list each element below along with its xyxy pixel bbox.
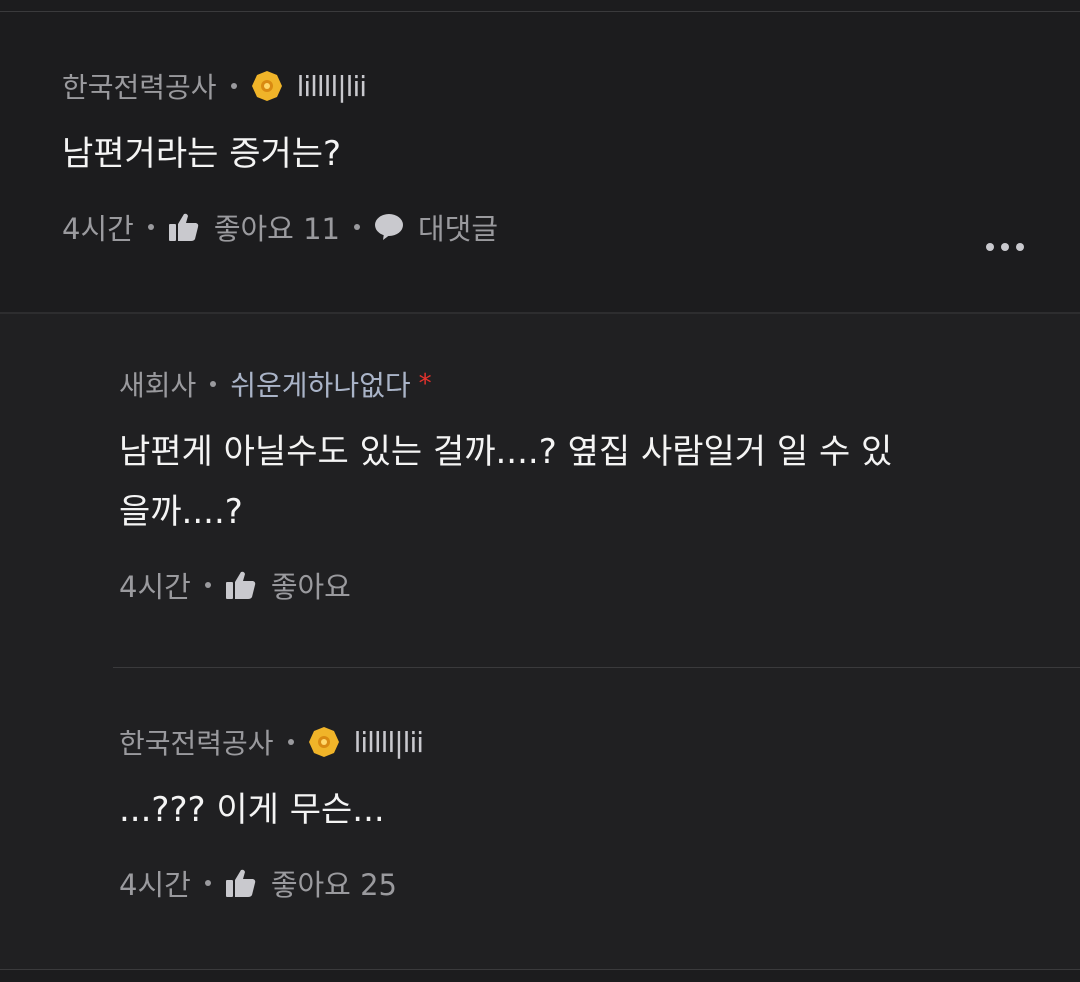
- reply-comment: 한국전력공사 lillll|lii ...??? 이게 무슨... 4시간 좋아…: [119, 722, 1059, 904]
- company-name[interactable]: 새회사: [119, 364, 196, 404]
- comment-body: ...??? 이게 무슨...: [119, 790, 385, 830]
- separator-dot: [287, 739, 294, 745]
- reply-comment: 새회사 쉬운게하나없다 * 남편게 아닐수도 있는 걸까....? 옆집 사람일…: [119, 364, 1059, 606]
- comment-body: 남편게 아닐수도 있는 걸까....? 옆집 사람일거 일 수 있 을까....…: [119, 432, 893, 532]
- comment-body: 남편거라는 증거는?: [62, 134, 342, 174]
- separator-dot: [204, 582, 211, 588]
- like-button[interactable]: 좋아요 25: [271, 862, 397, 904]
- company-name[interactable]: 한국전력공사: [62, 66, 217, 106]
- separator-dot: [210, 381, 217, 387]
- thumbs-up-icon[interactable]: [225, 570, 257, 600]
- comment: 한국전력공사 lillll|lii 남편거라는 증거는? 4시간 좋아요 11 …: [62, 66, 1022, 248]
- comment-meta: 한국전력공사 lillll|lii: [119, 722, 1059, 762]
- speech-bubble-icon[interactable]: [374, 213, 404, 241]
- nickname[interactable]: lillll|lii: [354, 726, 424, 759]
- timestamp: 4시간: [119, 570, 191, 604]
- like-button[interactable]: 좋아요: [271, 564, 351, 606]
- reply-divider: [113, 667, 1080, 668]
- separator-dot: [353, 224, 360, 230]
- company-name[interactable]: 한국전력공사: [119, 722, 274, 762]
- comment-actions: 4시간 좋아요 25: [119, 862, 1059, 904]
- gold-badge-icon: [251, 71, 282, 101]
- comment-meta: 한국전력공사 lillll|lii: [62, 66, 1022, 106]
- more-dot: [986, 243, 994, 251]
- gold-badge-icon: [308, 727, 339, 757]
- timestamp: 4시간: [119, 868, 191, 902]
- top-divider: [0, 11, 1080, 12]
- reply-button[interactable]: 대댓글: [418, 206, 498, 248]
- author-marker: *: [418, 369, 432, 399]
- separator-dot: [147, 224, 154, 230]
- comment-meta: 새회사 쉬운게하나없다 *: [119, 364, 1059, 404]
- comment-actions: 4시간 좋아요 11 대댓글: [62, 206, 1022, 248]
- more-dot: [1016, 243, 1024, 251]
- nickname[interactable]: lillll|lii: [297, 70, 367, 103]
- thread-divider: [0, 312, 1080, 314]
- separator-dot: [230, 83, 237, 89]
- more-dot: [1001, 243, 1009, 251]
- thumbs-up-icon[interactable]: [168, 212, 200, 242]
- separator-dot: [204, 880, 211, 886]
- nickname[interactable]: 쉬운게하나없다: [230, 364, 410, 404]
- more-options-button[interactable]: [986, 243, 1024, 251]
- bottom-divider: [0, 969, 1080, 970]
- comment-actions: 4시간 좋아요: [119, 564, 1059, 606]
- thumbs-up-icon[interactable]: [225, 868, 257, 898]
- timestamp: 4시간: [62, 212, 134, 246]
- like-button[interactable]: 좋아요 11: [214, 206, 340, 248]
